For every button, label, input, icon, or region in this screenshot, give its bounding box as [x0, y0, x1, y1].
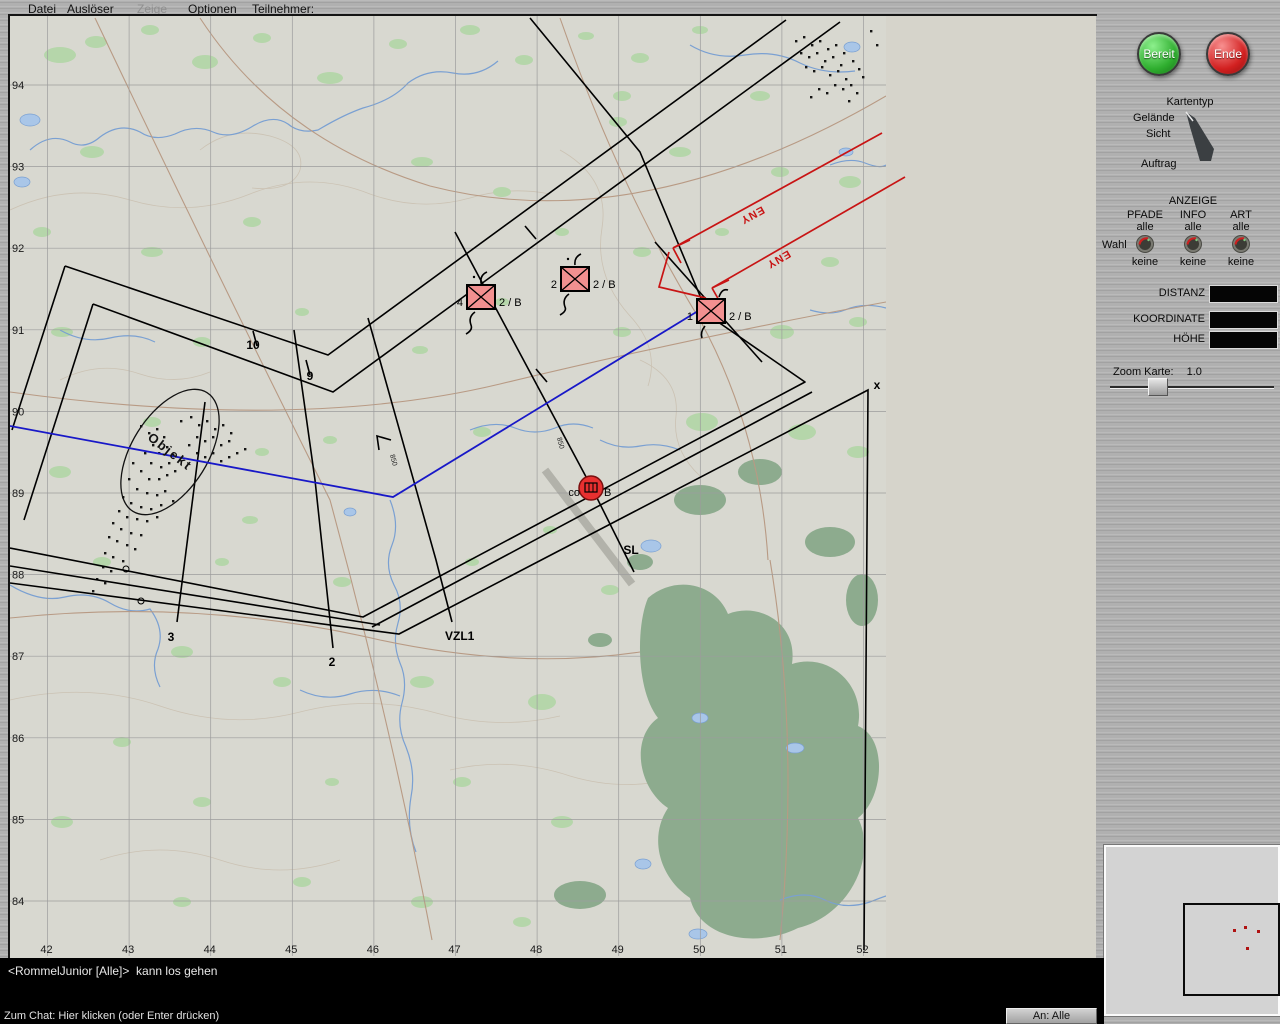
coordinate-field — [1209, 311, 1278, 329]
svg-text:94: 94 — [12, 80, 24, 92]
svg-text:91: 91 — [12, 325, 24, 337]
minimap-unit-dot — [1257, 930, 1260, 933]
route-label-2: 2 — [329, 655, 336, 669]
mission-label[interactable]: Auftrag — [1141, 158, 1176, 170]
end-button[interactable]: Ende — [1206, 32, 1250, 76]
minimap-unit-dot — [1244, 926, 1247, 929]
unit-designation: 2 / B — [729, 311, 752, 323]
info-keine-label: keine — [1179, 256, 1207, 268]
svg-text:43: 43 — [122, 944, 134, 956]
svg-text:85: 85 — [12, 814, 24, 826]
svg-text:93: 93 — [12, 162, 24, 174]
pfade-alle-label: alle — [1136, 221, 1154, 233]
chat-message: <RommelJunior [Alle]> kann los gehen — [8, 964, 218, 978]
unit-designation: 2 / B — [593, 279, 616, 291]
height-label: HÖHE — [1173, 333, 1205, 345]
minimap-unit-dot — [1246, 947, 1249, 950]
minimap-viewport-rect[interactable] — [1183, 903, 1280, 996]
info-knob[interactable] — [1184, 235, 1202, 253]
application-window: Datei Auslöser Zeige Optionen Teilnehmer… — [0, 0, 1280, 1024]
x-marker: x — [874, 378, 881, 392]
terrain-label[interactable]: Gelände — [1133, 112, 1175, 124]
zoom-value: 1.0 — [1186, 366, 1202, 378]
svg-text:47: 47 — [448, 944, 460, 956]
maptype-label[interactable]: Kartentyp — [1150, 96, 1230, 108]
view-label[interactable]: Sicht — [1146, 128, 1170, 140]
svg-text:51: 51 — [775, 944, 787, 956]
svg-text:90: 90 — [12, 406, 24, 418]
info-column: INFO alle keine — [1166, 209, 1220, 268]
svg-text:88: 88 — [12, 570, 24, 582]
chat-log[interactable]: <RommelJunior [Alle]> kann los gehen — [0, 958, 1104, 1008]
svg-text:49: 49 — [612, 944, 624, 956]
svg-text:42: 42 — [40, 944, 52, 956]
distance-label: DISTANZ — [1158, 287, 1205, 299]
svg-text:89: 89 — [12, 488, 24, 500]
unit-id: 1 — [687, 311, 693, 323]
svg-text:86: 86 — [12, 733, 24, 745]
svg-text:50: 50 — [693, 944, 705, 956]
height-field — [1209, 331, 1278, 349]
map-void-area — [886, 16, 1096, 958]
route-label-3: 3 — [168, 630, 175, 644]
zoom-row: Zoom Karte: 1.0 — [1113, 366, 1202, 378]
ready-button[interactable]: Bereit — [1137, 32, 1181, 76]
pfade-keine-label: keine — [1131, 256, 1159, 268]
unit-id: 4 — [457, 297, 463, 309]
art-label: ART — [1230, 209, 1252, 221]
route-label-10: 10 — [246, 338, 260, 352]
art-knob[interactable] — [1232, 235, 1250, 253]
pfade-label: PFADE — [1126, 209, 1164, 221]
unit-id: 2 — [551, 279, 557, 291]
svg-text:46: 46 — [367, 944, 379, 956]
chat-input-bar[interactable]: Zum Chat: Hier klicken (oder Enter drück… — [0, 1008, 1006, 1024]
slider-handle[interactable] — [1148, 378, 1168, 396]
svg-text:45: 45 — [285, 944, 297, 956]
pointer-pen-icon — [1185, 111, 1214, 161]
pfade-column: PFADE alle keine — [1118, 209, 1172, 268]
map-zoom-slider[interactable] — [1110, 378, 1274, 396]
info-label: INFO — [1179, 209, 1207, 221]
svg-text:48: 48 — [530, 944, 542, 956]
anzeige-title: ANZEIGE — [1168, 195, 1218, 207]
chat-prompt: Zum Chat: Hier klicken (oder Enter drück… — [4, 1010, 220, 1022]
zoom-label: Zoom Karte: — [1113, 366, 1174, 378]
svg-text:52: 52 — [856, 944, 868, 956]
vzl1-label: VZL1 — [445, 629, 475, 643]
art-alle-label: alle — [1232, 221, 1250, 233]
unit-designation: 2 / B — [499, 297, 522, 309]
chat-recipient-button[interactable]: An: Alle — [1006, 1008, 1097, 1024]
pfade-knob[interactable] — [1136, 235, 1154, 253]
hq-left-label: co — [568, 487, 580, 499]
art-keine-label: keine — [1227, 256, 1255, 268]
svg-text:87: 87 — [12, 651, 24, 663]
map-view[interactable]: ENY ENY 4 2 / B 2 2 / B 1 2 / B co B Obj… — [10, 16, 1096, 958]
svg-text:84: 84 — [12, 896, 24, 908]
overview-minimap[interactable] — [1104, 845, 1280, 1016]
info-alle-label: alle — [1184, 221, 1202, 233]
distance-field — [1209, 285, 1278, 303]
svg-text:92: 92 — [12, 243, 24, 255]
svg-text:44: 44 — [204, 944, 216, 956]
coordinate-label: KOORDINATE — [1133, 313, 1205, 325]
route-label-9: 9 — [307, 369, 314, 383]
slider-track — [1110, 386, 1274, 389]
hq-right-label: B — [604, 487, 611, 499]
art-column: ART alle keine — [1214, 209, 1268, 268]
chat-bar-filler — [1097, 1008, 1104, 1024]
sl-label: SL — [623, 543, 638, 557]
minimap-unit-dot — [1233, 929, 1236, 932]
